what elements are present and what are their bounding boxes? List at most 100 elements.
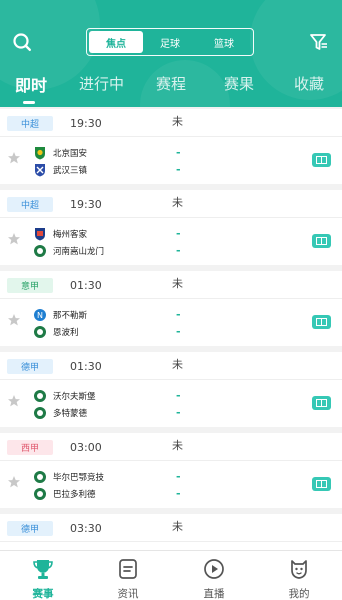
favorite-star-icon[interactable]	[7, 475, 21, 489]
sport-segment-control: 焦点 足球 篮球	[86, 28, 254, 56]
segment-focus[interactable]: 焦点	[89, 31, 143, 53]
nav-label: 直播	[203, 588, 225, 600]
team-name: 恩波利	[53, 328, 79, 338]
segment-football[interactable]: 足球	[143, 31, 197, 53]
favorite-star-icon[interactable]	[7, 232, 21, 246]
match-time: 19:30	[70, 198, 102, 211]
match-time: 01:30	[70, 360, 102, 373]
match-status: 未	[172, 115, 183, 128]
away-score: -	[176, 325, 181, 338]
away-team: 多特蒙德	[33, 405, 87, 421]
match-tabs: 即时 进行中 赛程 赛果 收藏	[0, 64, 342, 107]
home-team: 毕尔巴鄂竞技	[33, 469, 104, 485]
favorite-star-icon[interactable]	[7, 313, 21, 327]
away-score: -	[176, 163, 181, 176]
home-team: N 那不勒斯	[33, 307, 87, 323]
tab-results[interactable]: 赛果	[224, 73, 254, 94]
tab-in-progress[interactable]: 进行中	[79, 73, 124, 94]
live-stream-tag[interactable]	[312, 396, 331, 410]
match-card[interactable]: 中超 19:30 未 梅州客家 河南嵩山龙门 - -	[0, 190, 342, 265]
live-field-icon	[316, 318, 327, 326]
search-button[interactable]	[11, 31, 33, 53]
live-field-icon	[316, 156, 327, 164]
team-logo-icon	[35, 228, 45, 241]
team-logo-icon	[34, 471, 46, 483]
live-stream-tag[interactable]	[312, 315, 331, 329]
match-card[interactable]: 中超 19:30 未 北京国安 武汉三镇 - -	[0, 109, 342, 184]
team-logo-icon	[35, 147, 45, 160]
nav-label: 我的	[288, 588, 310, 600]
team-name: 沃尔夫斯堡	[53, 392, 96, 402]
live-stream-tag[interactable]	[312, 477, 331, 491]
tab-schedule[interactable]: 赛程	[156, 73, 186, 94]
match-status: 未	[172, 520, 183, 533]
filter-button[interactable]	[308, 31, 330, 53]
team-logo-icon	[34, 326, 46, 338]
active-tab-indicator	[23, 101, 35, 104]
team-name: 巴拉多利德	[53, 490, 96, 500]
team-logo-icon	[35, 164, 45, 177]
team-name: 梅州客家	[53, 230, 88, 240]
favorite-star-icon[interactable]	[7, 151, 21, 165]
live-stream-tag[interactable]	[312, 234, 331, 248]
team-name: 多特蒙德	[53, 409, 88, 419]
search-icon	[13, 33, 31, 51]
match-card[interactable]: 德甲 01:30 未 沃尔夫斯堡 多特蒙德 - -	[0, 352, 342, 427]
divider	[0, 136, 342, 137]
match-status: 未	[172, 358, 183, 371]
live-field-icon	[316, 480, 327, 488]
nav-news[interactable]: 资讯	[85, 551, 171, 600]
away-team: 巴拉多利德	[33, 486, 96, 502]
match-time: 03:30	[70, 522, 102, 535]
live-field-icon	[316, 237, 327, 245]
match-status: 未	[172, 196, 183, 209]
home-score: -	[176, 470, 181, 483]
team-name: 北京国安	[53, 149, 88, 159]
match-status: 未	[172, 277, 183, 290]
team-name: 河南嵩山龙门	[53, 247, 105, 257]
divider	[0, 298, 342, 299]
home-team: 梅州客家	[33, 226, 87, 242]
trophy-icon	[33, 560, 53, 579]
match-card[interactable]: 德甲 03:30 未	[0, 514, 342, 550]
away-team: 武汉三镇	[33, 162, 87, 178]
nav-events[interactable]: 赛事	[0, 551, 86, 600]
home-team: 北京国安	[33, 145, 87, 161]
away-team: 恩波利	[33, 324, 79, 340]
profile-icon	[291, 560, 307, 579]
match-card[interactable]: 意甲 01:30 未 N 那不勒斯 恩波利 - -	[0, 271, 342, 346]
match-status: 未	[172, 439, 183, 452]
tab-favorites[interactable]: 收藏	[294, 73, 324, 94]
live-field-icon	[316, 399, 327, 407]
divider	[0, 541, 342, 542]
away-score: -	[176, 406, 181, 419]
league-badge: 德甲	[7, 521, 53, 536]
bottom-nav: 赛事 资讯 直播 我的	[0, 550, 342, 600]
live-stream-tag[interactable]	[312, 153, 331, 167]
tab-instant[interactable]: 即时	[15, 72, 47, 96]
team-name: 武汉三镇	[53, 166, 88, 176]
team-logo-icon: N	[34, 309, 46, 321]
news-icon	[119, 559, 137, 579]
home-score: -	[176, 146, 181, 159]
divider	[0, 217, 342, 218]
away-score: -	[176, 244, 181, 257]
filter-icon	[310, 34, 327, 50]
team-name: 那不勒斯	[53, 311, 88, 321]
nav-profile[interactable]: 我的	[256, 551, 342, 600]
team-logo-icon	[34, 488, 46, 500]
nav-label: 赛事	[32, 588, 54, 600]
nav-live[interactable]: 直播	[171, 551, 257, 600]
home-score: -	[176, 308, 181, 321]
team-logo-icon	[34, 390, 46, 402]
match-card[interactable]: 西甲 03:00 未 毕尔巴鄂竞技 巴拉多利德 - -	[0, 433, 342, 508]
home-team: 沃尔夫斯堡	[33, 388, 96, 404]
match-list[interactable]: 中超 19:30 未 北京国安 武汉三镇 - - 中超 19:30 未 梅州客家	[0, 107, 342, 550]
home-score: -	[176, 389, 181, 402]
divider	[0, 460, 342, 461]
svg-text:N: N	[37, 311, 43, 320]
segment-basketball[interactable]: 篮球	[197, 31, 251, 53]
team-logo-icon	[34, 245, 46, 257]
favorite-star-icon[interactable]	[7, 394, 21, 408]
league-badge: 德甲	[7, 359, 53, 374]
